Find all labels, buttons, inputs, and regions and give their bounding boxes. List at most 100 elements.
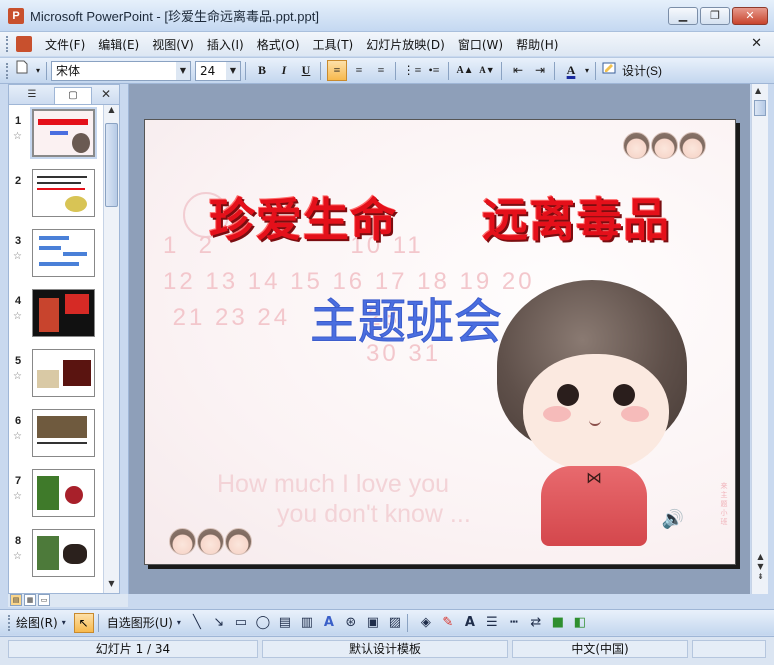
toolbar-grip[interactable] xyxy=(6,36,10,52)
design-template[interactable]: 默认设计模板 xyxy=(262,640,508,658)
slide-navigation-icon[interactable]: ▲ ▼ ⇟ xyxy=(754,552,767,582)
menu-window[interactable]: 窗口(W) xyxy=(458,36,503,53)
slide-number: 7 xyxy=(15,475,22,487)
panel-scrollbar[interactable]: ▲ ▼ xyxy=(103,105,119,593)
scroll-down-icon[interactable]: ▼ xyxy=(105,579,118,593)
speaker-icon[interactable]: 🔊 xyxy=(661,508,685,532)
chibi-face-icon xyxy=(197,528,224,555)
close-button[interactable]: ✕ xyxy=(732,7,768,25)
increase-indent-button[interactable]: ⇥ xyxy=(530,60,550,81)
decrease-indent-button[interactable]: ⇤ xyxy=(508,60,528,81)
restore-button[interactable]: ❐ xyxy=(700,7,730,25)
numbering-button[interactable]: ⋮≡ xyxy=(402,60,422,81)
align-center-button[interactable]: ≡ xyxy=(349,60,369,81)
scroll-up-icon[interactable]: ▲ xyxy=(105,105,118,119)
bold-button[interactable]: B xyxy=(252,60,272,81)
slide-thumbnail[interactable]: 8 ☆ xyxy=(9,529,103,589)
slide-subtitle[interactable]: 主题班会 xyxy=(309,282,502,352)
menu-file[interactable]: 文件(F) xyxy=(45,36,85,53)
chibi-face-icon xyxy=(679,132,706,159)
arrow-icon[interactable]: ↘ xyxy=(211,615,227,630)
menu-view[interactable]: 视图(V) xyxy=(152,36,194,53)
toolbar-grip[interactable] xyxy=(8,614,12,631)
outline-icon[interactable]: ☰ xyxy=(13,87,51,104)
diagram-icon[interactable]: ⊛ xyxy=(343,615,359,630)
close-document-icon[interactable]: ✕ xyxy=(751,36,762,51)
3d-icon[interactable]: ◧ xyxy=(572,615,588,630)
chibi-girl-illustration[interactable]: ⋈ xyxy=(497,280,687,552)
font-size-select[interactable]: 24 ▼ xyxy=(195,60,241,81)
oval-icon[interactable]: ◯ xyxy=(255,615,271,630)
font-color-button[interactable]: A xyxy=(561,60,581,81)
italic-button[interactable]: I xyxy=(274,60,294,81)
language-indicator: 中文(中国) xyxy=(512,640,688,658)
rectangle-icon[interactable]: ▭ xyxy=(233,615,249,630)
align-left-button[interactable]: ≡ xyxy=(327,60,347,81)
slide-canvas[interactable]: 1 2 10 11 12 13 14 15 16 17 18 19 20 21 … xyxy=(144,119,736,565)
picture-icon[interactable]: ▨ xyxy=(387,615,403,630)
slide-panel: ☰ ▢ ✕ 1 ☆ 2 3 ☆ 4 ☆ 5 ☆ 6 ☆ 7 ☆ 8 ☆ ▲ ▼ xyxy=(8,84,120,594)
slides-icon[interactable]: ▢ xyxy=(54,87,92,104)
line-style-icon[interactable]: ☰ xyxy=(484,615,500,630)
chevron-down-icon[interactable]: ▾ xyxy=(60,618,68,627)
slide-thumbnail[interactable]: 7 ☆ xyxy=(9,469,103,529)
grow-font-button[interactable]: A▲ xyxy=(455,60,475,81)
align-right-button[interactable]: ≡ xyxy=(371,60,391,81)
scroll-up-icon[interactable]: ▲ xyxy=(755,86,761,95)
new-document-icon[interactable] xyxy=(12,60,32,81)
shadow-icon[interactable]: ■ xyxy=(550,615,566,630)
scroll-thumb[interactable] xyxy=(105,123,118,207)
vertical-text: 来 主 题 小 班 xyxy=(720,482,728,526)
slide-thumbnail[interactable]: 4 ☆ xyxy=(9,289,103,349)
bullets-button[interactable]: •≡ xyxy=(424,60,444,81)
shrink-font-button[interactable]: A▼ xyxy=(477,60,497,81)
fill-color-icon[interactable]: ◈ xyxy=(418,615,434,630)
document-icon[interactable] xyxy=(16,36,32,52)
underline-button[interactable]: U xyxy=(296,60,316,81)
menu-slideshow[interactable]: 幻灯片放映(D) xyxy=(366,36,445,53)
menu-insert[interactable]: 插入(I) xyxy=(207,36,244,53)
line-icon[interactable]: ╲ xyxy=(189,615,205,630)
slide-number: 8 xyxy=(15,535,22,547)
chevron-down-icon[interactable]: ▼ xyxy=(226,61,240,80)
vertical-textbox-icon[interactable]: ▥ xyxy=(299,615,315,630)
slide-thumbnail[interactable]: 3 ☆ xyxy=(9,229,103,289)
menu-help[interactable]: 帮助(H) xyxy=(516,36,558,53)
slide-thumbnail[interactable]: 2 xyxy=(9,169,103,229)
line-color-icon[interactable]: ✎ xyxy=(440,615,456,630)
menu-format[interactable]: 格式(O) xyxy=(257,36,300,53)
select-objects-icon[interactable]: ↖ xyxy=(73,612,94,633)
chevron-down-icon[interactable]: ▾ xyxy=(583,60,591,81)
scroll-thumb[interactable] xyxy=(754,100,766,116)
autoshapes-button[interactable]: 自选图形(U) xyxy=(107,614,173,631)
chevron-down-icon[interactable]: ▾ xyxy=(175,618,183,627)
dropdown-arrow-icon[interactable]: ▾ xyxy=(34,60,42,81)
draw-menu-button[interactable]: 绘图(R) xyxy=(16,614,58,631)
design-icon[interactable] xyxy=(602,60,616,81)
normal-view-icon[interactable]: ▤ xyxy=(10,594,22,606)
font-name-select[interactable]: 宋体 ▼ xyxy=(51,60,191,81)
design-button[interactable]: 设计(S) xyxy=(622,62,662,79)
slide-thumbnail-image xyxy=(32,289,95,337)
slide-thumbnail[interactable]: 6 ☆ xyxy=(9,409,103,469)
clipart-icon[interactable]: ▣ xyxy=(365,615,381,630)
menu-edit[interactable]: 编辑(E) xyxy=(98,36,139,53)
font-color-icon[interactable]: A xyxy=(462,615,478,630)
wordart-icon[interactable]: A xyxy=(321,615,337,630)
mini-faces-bottom xyxy=(169,528,252,555)
textbox-icon[interactable]: ▤ xyxy=(277,615,293,630)
dash-style-icon[interactable]: ┅ xyxy=(506,615,522,630)
close-icon[interactable]: ✕ xyxy=(101,87,111,101)
slide-thumbnail[interactable]: 5 ☆ xyxy=(9,349,103,409)
minimize-button[interactable]: ▁ xyxy=(668,7,698,25)
workspace-scrollbar[interactable]: ▲ ▲ ▼ ⇟ xyxy=(751,84,768,594)
slide-sorter-icon[interactable]: ▦ xyxy=(24,594,36,606)
slide-title[interactable]: 珍爱生命 远离毒品 xyxy=(209,184,670,250)
slide-thumbnail[interactable]: 1 ☆ xyxy=(9,107,103,169)
animation-star-icon: ☆ xyxy=(13,131,22,142)
arrow-style-icon[interactable]: ⇄ xyxy=(528,615,544,630)
chevron-down-icon[interactable]: ▼ xyxy=(176,61,190,80)
slideshow-icon[interactable]: ▭ xyxy=(38,594,50,606)
toolbar-grip[interactable] xyxy=(6,62,10,79)
menu-tools[interactable]: 工具(T) xyxy=(313,36,354,53)
